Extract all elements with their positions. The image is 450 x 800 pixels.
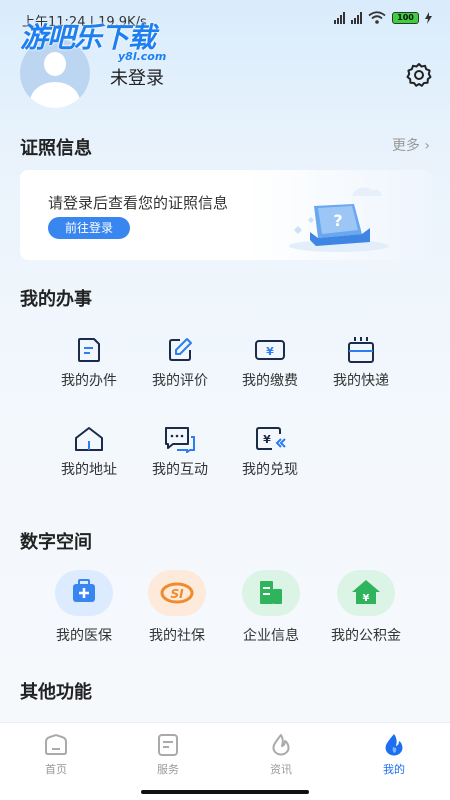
tab-home-label: 首页 <box>45 763 67 776</box>
my-payments-item[interactable]: ¥ 我的缴费 <box>225 336 315 390</box>
login-status[interactable]: 未登录 <box>110 64 164 90</box>
service-icon <box>158 734 178 756</box>
bottom-tab-bar: 首页 服务 资讯 我的 <box>0 722 450 784</box>
tab-mine[interactable]: 我的 <box>354 733 434 777</box>
edit-icon <box>169 338 192 361</box>
my-reviews-label: 我的评价 <box>152 373 208 389</box>
yuan-return-icon: ¥ <box>256 427 286 450</box>
more-link[interactable]: 更多 › <box>392 135 430 155</box>
signal-icon <box>351 11 362 24</box>
my-social-security-item[interactable]: SI 我的社保 <box>132 570 222 645</box>
enterprise-info-item[interactable]: 企业信息 <box>226 570 316 645</box>
digital-space-title: 数字空间 <box>20 532 92 553</box>
go-login-button[interactable]: 前往登录 <box>48 217 130 239</box>
my-housing-fund-label: 我的公积金 <box>331 628 401 644</box>
my-social-security-label: 我的社保 <box>149 628 205 644</box>
my-interaction-item[interactable]: 我的互动 <box>135 425 225 479</box>
my-address-item[interactable]: 我的地址 <box>44 425 134 479</box>
my-address-label: 我的地址 <box>61 462 117 478</box>
my-payments-label: 我的缴费 <box>242 373 298 389</box>
yuan-card-icon: ¥ <box>255 340 285 360</box>
building-icon <box>242 570 300 616</box>
other-functions-title: 其他功能 <box>20 682 92 703</box>
my-express-item[interactable]: 我的快递 <box>316 336 406 390</box>
medical-kit-icon <box>55 570 113 616</box>
social-security-icon: SI <box>148 570 206 616</box>
my-express-label: 我的快递 <box>333 373 389 389</box>
empty-box-icon: ? <box>289 187 389 252</box>
my-reviews-item[interactable]: 我的评价 <box>135 336 225 390</box>
svg-text:¥: ¥ <box>263 433 271 446</box>
license-section-title: 证照信息 <box>20 138 92 159</box>
my-redemption-label: 我的兑现 <box>242 462 298 478</box>
tab-news-label: 资讯 <box>270 763 292 776</box>
home-icon <box>45 733 67 755</box>
my-cases-item[interactable]: 我的办件 <box>44 336 134 390</box>
my-interaction-label: 我的互动 <box>152 462 208 478</box>
svg-text:SI: SI <box>170 587 184 601</box>
signal-icon <box>334 11 345 24</box>
svg-text:¥: ¥ <box>363 593 370 604</box>
license-card-text: 请登录后查看您的证照信息 <box>48 194 229 212</box>
status-icons: 100 <box>334 11 432 24</box>
my-medical-insurance-label: 我的医保 <box>56 628 112 644</box>
enterprise-info-label: 企业信息 <box>243 628 299 644</box>
tab-mine-label: 我的 <box>383 763 405 776</box>
document-icon <box>78 338 100 362</box>
mine-icon <box>385 734 403 756</box>
tab-service-label: 服务 <box>157 763 179 776</box>
watermark-url: y8l.com <box>118 50 167 63</box>
my-cases-label: 我的办件 <box>61 373 117 389</box>
tab-news[interactable]: 资讯 <box>241 733 321 777</box>
svg-text:?: ? <box>333 211 342 230</box>
my-medical-insurance-item[interactable]: 我的医保 <box>39 570 129 645</box>
parcel-icon <box>348 337 374 363</box>
housing-fund-icon: ¥ <box>337 570 395 616</box>
battery-icon: 100 <box>392 11 419 24</box>
license-card[interactable]: 请登录后查看您的证照信息 前往登录 ? <box>20 170 432 260</box>
my-housing-fund-item[interactable]: ¥ 我的公积金 <box>321 570 411 645</box>
my-redemption-item[interactable]: ¥ 我的兑现 <box>225 425 315 479</box>
charging-icon <box>425 11 432 24</box>
gear-icon[interactable] <box>406 62 432 88</box>
tab-home[interactable]: 首页 <box>16 733 96 777</box>
home-indicator[interactable] <box>141 790 309 794</box>
tab-service[interactable]: 服务 <box>128 733 208 777</box>
chat-icon <box>165 427 195 453</box>
house-icon <box>75 427 103 451</box>
wifi-icon <box>368 11 386 24</box>
my-affairs-title: 我的办事 <box>20 289 92 310</box>
svg-text:¥: ¥ <box>266 345 274 358</box>
news-icon <box>272 734 290 756</box>
